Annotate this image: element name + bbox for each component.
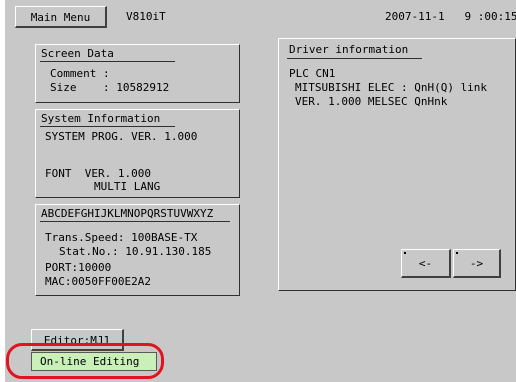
driver-info-title: Driver information	[289, 43, 409, 56]
system-info-title: System Information	[41, 112, 161, 125]
next-button-marker	[456, 252, 458, 254]
screen-data-title-underline	[40, 61, 175, 62]
driver-plc-line: PLC CN1	[289, 67, 336, 80]
network-panel: ABCDEFGHIJKLMNOPQRSTUVWXYZ Trans.Speed: …	[35, 204, 240, 296]
screen-data-title: Screen Data	[41, 47, 114, 60]
prev-page-button[interactable]: <-	[401, 249, 451, 278]
display-screen: Main Menu V810iT 2007-11-1 9 :00:15 Scre…	[5, 0, 516, 382]
station-number-line: Stat.No.: 10.91.130.185	[59, 245, 212, 258]
prev-arrow-icon: <-	[418, 257, 433, 270]
next-page-button[interactable]: ->	[453, 249, 501, 278]
port-line: PORT:10000	[45, 261, 112, 274]
size-line: Size : 10582912	[50, 81, 170, 94]
font-version-line: FONT VER. 1.000	[45, 167, 151, 180]
system-prog-line: SYSTEM PROG. VER. 1.000	[45, 130, 198, 143]
highlight-annotation	[6, 343, 164, 379]
multi-lang-line: MULTI LANG	[94, 180, 161, 193]
model-label: V810iT	[126, 10, 166, 23]
system-info-title-underline	[40, 126, 175, 127]
trans-speed-line: Trans.Speed: 100BASE-TX	[45, 231, 198, 244]
next-arrow-icon: ->	[469, 257, 484, 270]
driver-version-line: VER. 1.000 MELSEC QnHnk	[295, 95, 448, 108]
main-menu-label: Main Menu	[30, 11, 91, 24]
driver-info-title-underline	[287, 58, 422, 59]
system-info-panel: System Information SYSTEM PROG. VER. 1.0…	[35, 109, 240, 198]
datetime-display: 2007-11-1 9 :00:15	[385, 10, 516, 23]
comment-line: Comment :	[50, 67, 110, 80]
driver-maker-line: MITSUBISHI ELEC : QnH(Q) link	[295, 81, 488, 94]
network-title-underline	[40, 221, 230, 222]
driver-info-panel: Driver information PLC CN1 MITSUBISHI EL…	[278, 38, 516, 291]
network-title: ABCDEFGHIJKLMNOPQRSTUVWXYZ	[41, 207, 214, 220]
mac-line: MAC:0050FF00E2A2	[45, 275, 151, 288]
main-menu-button[interactable]: Main Menu	[15, 6, 107, 28]
prev-button-marker	[404, 252, 406, 254]
screen-data-panel: Screen Data Comment : Size : 10582912	[35, 44, 240, 103]
